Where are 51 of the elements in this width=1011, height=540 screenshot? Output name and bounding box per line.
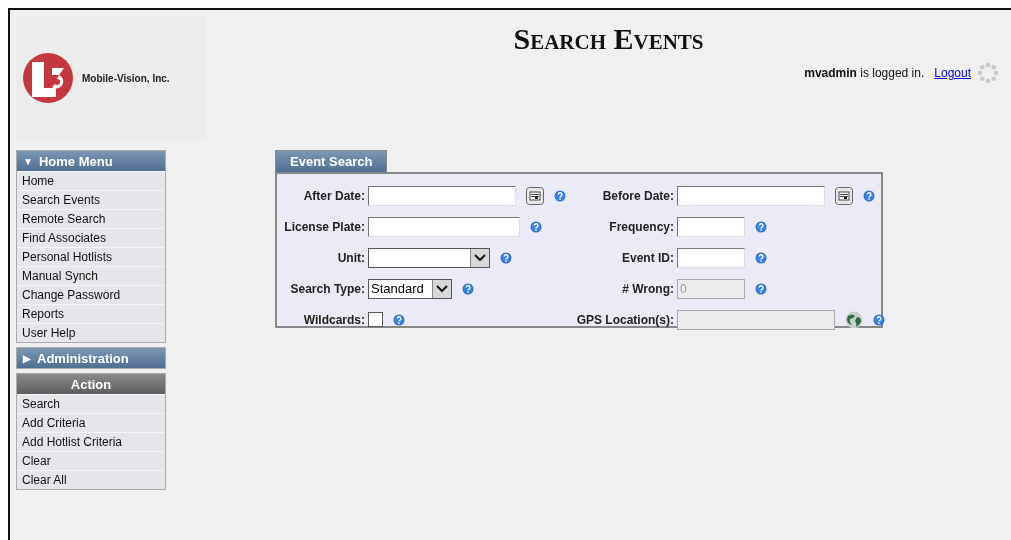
field-label: # Wrong: — [622, 281, 674, 296]
help-icon[interactable] — [873, 313, 885, 326]
login-status: mvadmin is logged in. — [804, 66, 925, 80]
field-label: Event ID: — [622, 250, 674, 265]
menu-header[interactable]: Administration — [37, 350, 129, 366]
help-icon[interactable] — [462, 282, 474, 295]
dropdown[interactable] — [368, 247, 490, 268]
help-icon[interactable] — [530, 220, 542, 233]
menu-header-bar[interactable]: ▶ Administration — [17, 348, 165, 368]
sidebar-item[interactable]: Manual Synch — [17, 266, 165, 285]
calendar-icon[interactable] — [835, 186, 853, 205]
field-label: Search Type: — [290, 281, 365, 296]
help-icon[interactable] — [863, 189, 875, 202]
field-label: License Plate: — [284, 219, 365, 234]
input-field[interactable] — [677, 247, 745, 268]
dropdown[interactable]: Standard — [368, 278, 452, 299]
help-icon[interactable] — [755, 282, 767, 295]
logout-link[interactable]: Logout — [934, 66, 971, 80]
input-field[interactable] — [677, 216, 745, 237]
menu-header-bar[interactable]: ▼ Home Menu — [17, 151, 165, 171]
help-icon[interactable] — [755, 251, 767, 264]
expand-arrow-icon: ▶ — [23, 352, 31, 364]
input-field[interactable] — [368, 216, 520, 237]
field-label: Wildcards: — [303, 312, 365, 327]
chevron-down-icon — [470, 248, 489, 267]
field-label: GPS Location(s): — [576, 312, 674, 327]
spinner-icon — [977, 62, 999, 84]
globe-icon[interactable] — [845, 310, 863, 329]
form-tab[interactable]: Event Search — [275, 150, 388, 172]
company-name: Mobile-Vision, Inc. — [82, 72, 170, 84]
page-title: Search Events — [513, 22, 704, 56]
help-icon[interactable] — [393, 313, 405, 326]
sidebar-item[interactable]: Reports — [17, 304, 165, 323]
calendar-icon[interactable] — [526, 186, 544, 205]
chevron-down-icon — [432, 279, 451, 298]
wildcards-checkbox[interactable] — [368, 312, 383, 327]
field-label: Unit: — [337, 250, 365, 265]
field-label: After Date: — [303, 188, 365, 203]
input-field[interactable] — [368, 185, 516, 206]
help-icon[interactable] — [554, 189, 566, 202]
collapse-arrow-icon: ▼ — [23, 155, 33, 167]
field-label: Frequency: — [609, 219, 674, 234]
menu-header[interactable]: Home Menu — [38, 153, 113, 169]
help-icon[interactable] — [500, 251, 512, 264]
menu-header[interactable]: Action — [17, 374, 165, 394]
input-field[interactable] — [677, 185, 825, 206]
help-icon[interactable] — [755, 220, 767, 233]
sidebar-item[interactable]: Change Password — [17, 285, 165, 304]
logo-icon — [22, 52, 74, 104]
sidebar-item[interactable]: User Help — [17, 323, 165, 342]
field-label: Before Date: — [602, 188, 674, 203]
